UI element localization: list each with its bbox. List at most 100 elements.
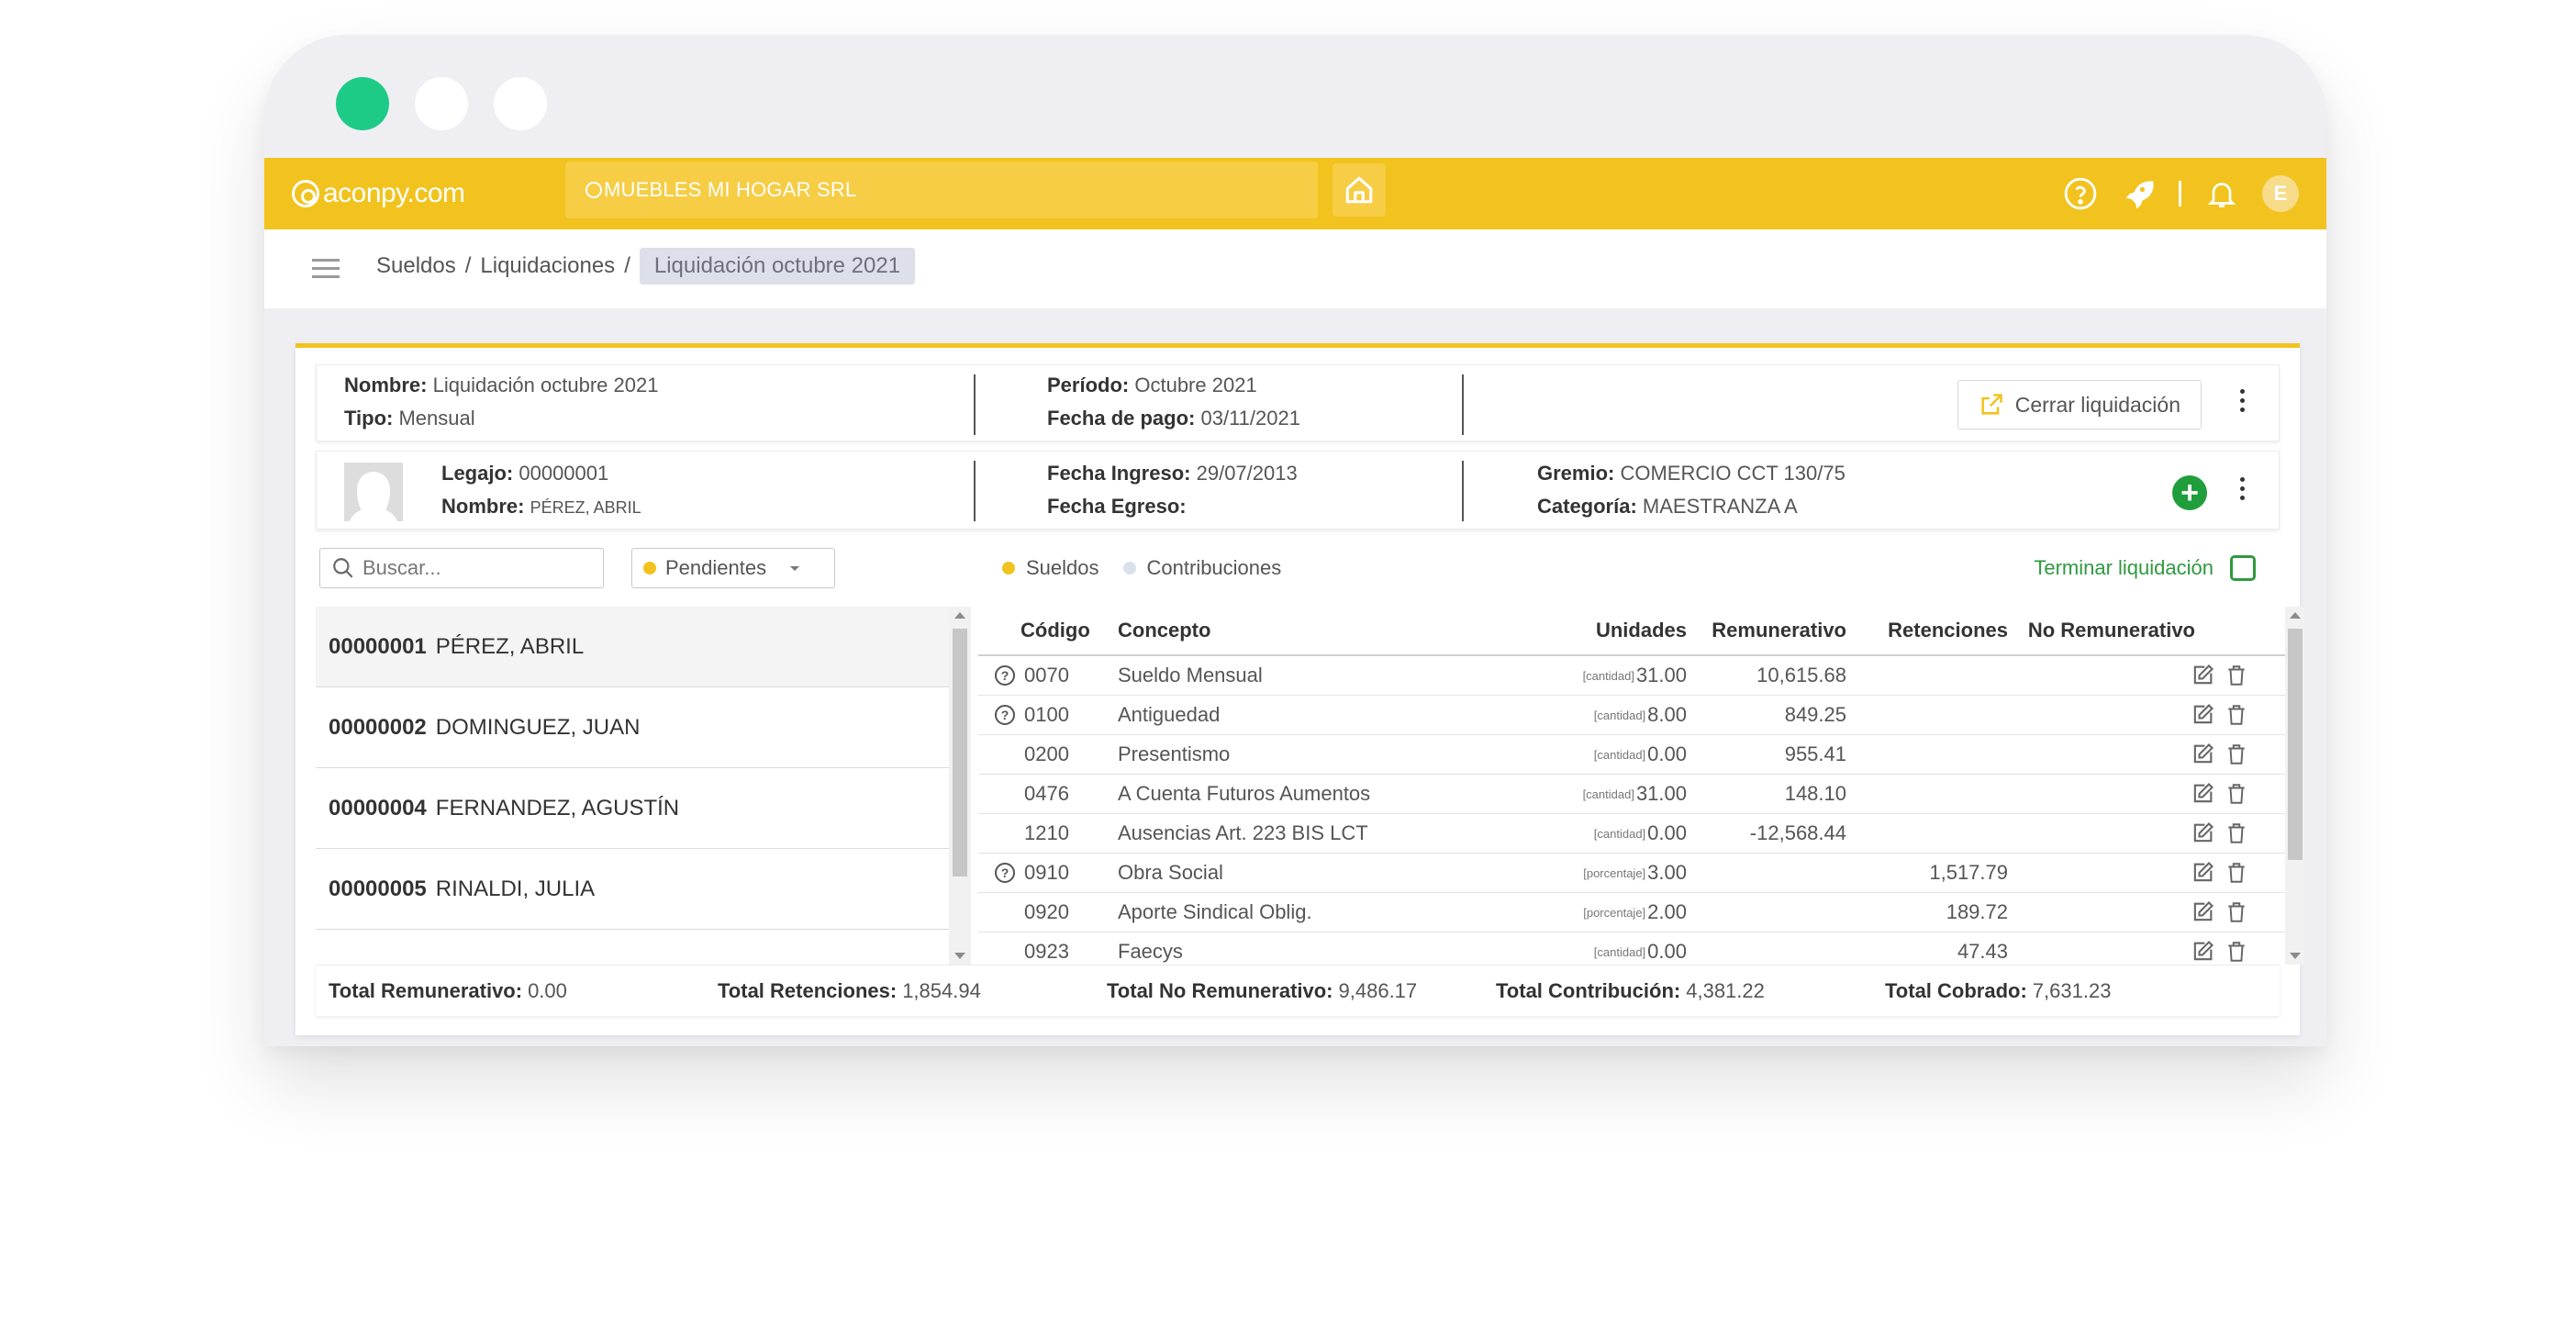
total-contribucion: Total Contribución: 4,381.22	[1496, 978, 1765, 1002]
employee-photo	[344, 463, 403, 521]
breadcrumb-sueldos[interactable]: Sueldos	[376, 253, 456, 279]
terminar-liquidacion-toggle[interactable]: Terminar liquidación	[2034, 548, 2256, 588]
vertical-divider	[1462, 374, 1464, 435]
pending-dot-icon	[643, 562, 656, 575]
edit-icon[interactable]	[2190, 939, 2215, 965]
cell-unidades[interactable]: [cantidad] 0.00	[1511, 814, 1687, 853]
trash-icon[interactable]	[2225, 663, 2248, 688]
edit-icon[interactable]	[2190, 820, 2215, 846]
liquidacion-periodo: Período: Octubre 2021	[1047, 374, 1257, 396]
table-row[interactable]: ? 0070 Sueldo Mensual [cantidad] 31.00 10,615…	[978, 656, 2285, 696]
home-icon	[1345, 176, 1373, 204]
help-cell: ?	[995, 696, 1015, 734]
scroll-down-icon[interactable]	[2290, 953, 2301, 959]
help-circle-icon[interactable]: ?	[995, 665, 1015, 686]
window-dot-white-2[interactable]	[494, 77, 547, 130]
cell-concepto: Antiguedad	[1118, 703, 1221, 726]
employee-list-item[interactable]: 00000004 FERNANDEZ, AGUSTÍN	[316, 768, 949, 849]
cell-unidades[interactable]: [porcentaje] 3.00	[1511, 854, 1687, 892]
header-no-remunerativo[interactable]: No Remunerativo	[2012, 607, 2195, 654]
brand-logo[interactable]: aconpy.com	[292, 178, 465, 209]
employee-list-item[interactable]: 00000001 PÉREZ, ABRIL	[316, 607, 949, 687]
edit-icon[interactable]	[2190, 899, 2215, 925]
header-retenciones[interactable]: Retenciones	[1850, 607, 2008, 654]
scroll-down-icon[interactable]	[954, 953, 965, 959]
help-cell: ?	[995, 656, 1015, 695]
employee-list-item[interactable]: 00000002 DOMINGUEZ, JUAN	[316, 687, 949, 768]
table-row[interactable]: 1210 Ausencias Art. 223 BIS LCT [cantidad]…	[978, 814, 2285, 854]
trash-icon[interactable]	[2225, 702, 2248, 728]
edit-icon[interactable]	[2190, 702, 2215, 728]
cell-concepto: A Cuenta Futuros Aumentos	[1118, 782, 1371, 805]
breadcrumb-liquidaciones[interactable]: Liquidaciones	[480, 253, 615, 279]
employee-list-item[interactable]: 00000005 RINALDI, JULIA	[316, 849, 949, 930]
unit-value: 0.00	[1647, 940, 1687, 963]
cell-unidades[interactable]: [cantidad] 0.00	[1511, 735, 1687, 774]
liquidacion-more-icon[interactable]	[2240, 389, 2247, 412]
cell-remunerativo: 10,615.68	[1756, 664, 1846, 686]
status-filter-select[interactable]: Pendientes	[631, 548, 835, 588]
unit-type-label: [cantidad]	[1593, 944, 1646, 959]
row-actions	[2190, 656, 2248, 695]
concepts-table-scrollbar[interactable]	[2285, 607, 2305, 965]
table-row[interactable]: ? 0910 Obra Social [porcentaje] 3.00 1,517.79	[978, 854, 2285, 893]
search-input[interactable]: Buscar...	[319, 548, 604, 588]
add-concept-button[interactable]: +	[2172, 475, 2207, 510]
header-concepto[interactable]: Concepto	[1118, 607, 1210, 654]
employee-list: 00000001 PÉREZ, ABRIL 00000002 DOMINGUEZ, …	[316, 607, 949, 965]
cerrar-liquidacion-button[interactable]: Cerrar liquidación	[1957, 380, 2202, 430]
cell-unidades[interactable]: [cantidad] 8.00	[1511, 696, 1687, 734]
trash-icon[interactable]	[2225, 781, 2248, 807]
person-placeholder-icon	[344, 463, 403, 521]
window-dot-green[interactable]	[336, 77, 389, 130]
trash-icon[interactable]	[2225, 860, 2248, 886]
vertical-divider	[1462, 461, 1464, 521]
home-button[interactable]	[1333, 163, 1386, 217]
table-row[interactable]: 0476 A Cuenta Futuros Aumentos [cantidad] 3…	[978, 775, 2285, 814]
row-actions	[2190, 775, 2248, 813]
cell-codigo: 0200	[1024, 742, 1069, 765]
bell-icon[interactable]	[2205, 177, 2238, 210]
hamburger-menu-icon[interactable]	[312, 259, 340, 279]
trash-icon[interactable]	[2225, 899, 2248, 925]
table-row[interactable]: 0200 Presentismo [cantidad] 0.00 955.41	[978, 735, 2285, 775]
header-remunerativo[interactable]: Remunerativo	[1694, 607, 1846, 654]
company-selector[interactable]: MUEBLES MI HOGAR SRL	[565, 162, 1318, 218]
liquidacion-tipo: Tipo: Mensual	[344, 407, 475, 430]
scroll-up-icon[interactable]	[954, 612, 965, 619]
cell-unidades[interactable]: [cantidad] 31.00	[1511, 775, 1687, 813]
window-titlebar	[264, 35, 2326, 158]
unit-type-label: [cantidad]	[1582, 668, 1634, 683]
rocket-icon[interactable]	[2122, 177, 2155, 210]
edit-icon[interactable]	[2190, 781, 2215, 807]
trash-icon[interactable]	[2225, 742, 2248, 767]
cell-unidades[interactable]: [cantidad] 31.00	[1511, 656, 1687, 695]
breadcrumb-bar: Sueldos / Liquidaciones / Liquidación oc…	[264, 229, 2326, 308]
window-dot-white-1[interactable]	[415, 77, 468, 130]
unit-value: 31.00	[1635, 782, 1687, 805]
scrollbar-thumb[interactable]	[953, 629, 967, 876]
trash-icon[interactable]	[2225, 820, 2248, 846]
scroll-up-icon[interactable]	[2290, 612, 2301, 619]
table-row[interactable]: ? 0100 Antiguedad [cantidad] 8.00 849.25	[978, 696, 2285, 735]
edit-icon[interactable]	[2190, 860, 2215, 886]
employee-list-scrollbar[interactable]	[949, 607, 971, 965]
edit-icon[interactable]	[2190, 742, 2215, 767]
help-circle-icon[interactable]: ?	[995, 705, 1015, 725]
table-row[interactable]: 0920 Aporte Sindical Oblig. [porcentaje] 2.…	[978, 893, 2285, 932]
contribuciones-dot-icon	[1122, 562, 1136, 575]
cell-unidades[interactable]: [cantidad] 0.00	[1511, 932, 1687, 965]
empleado-more-icon[interactable]	[2240, 477, 2247, 500]
help-circle-icon[interactable]: ?	[995, 863, 1015, 883]
header-codigo[interactable]: Código	[1020, 607, 1090, 654]
edit-icon[interactable]	[2190, 663, 2215, 688]
user-avatar[interactable]: E	[2262, 175, 2299, 212]
cell-retenciones: 47.43	[1957, 940, 2008, 963]
terminar-checkbox[interactable]	[2230, 555, 2256, 581]
table-row[interactable]: 0923 Faecys [cantidad] 0.00 47.43	[978, 932, 2285, 965]
header-unidades[interactable]: Unidades	[1511, 607, 1687, 654]
help-icon[interactable]	[2063, 176, 2098, 211]
scrollbar-thumb[interactable]	[2288, 629, 2303, 860]
trash-icon[interactable]	[2225, 939, 2248, 965]
cell-unidades[interactable]: [porcentaje] 2.00	[1511, 893, 1687, 932]
